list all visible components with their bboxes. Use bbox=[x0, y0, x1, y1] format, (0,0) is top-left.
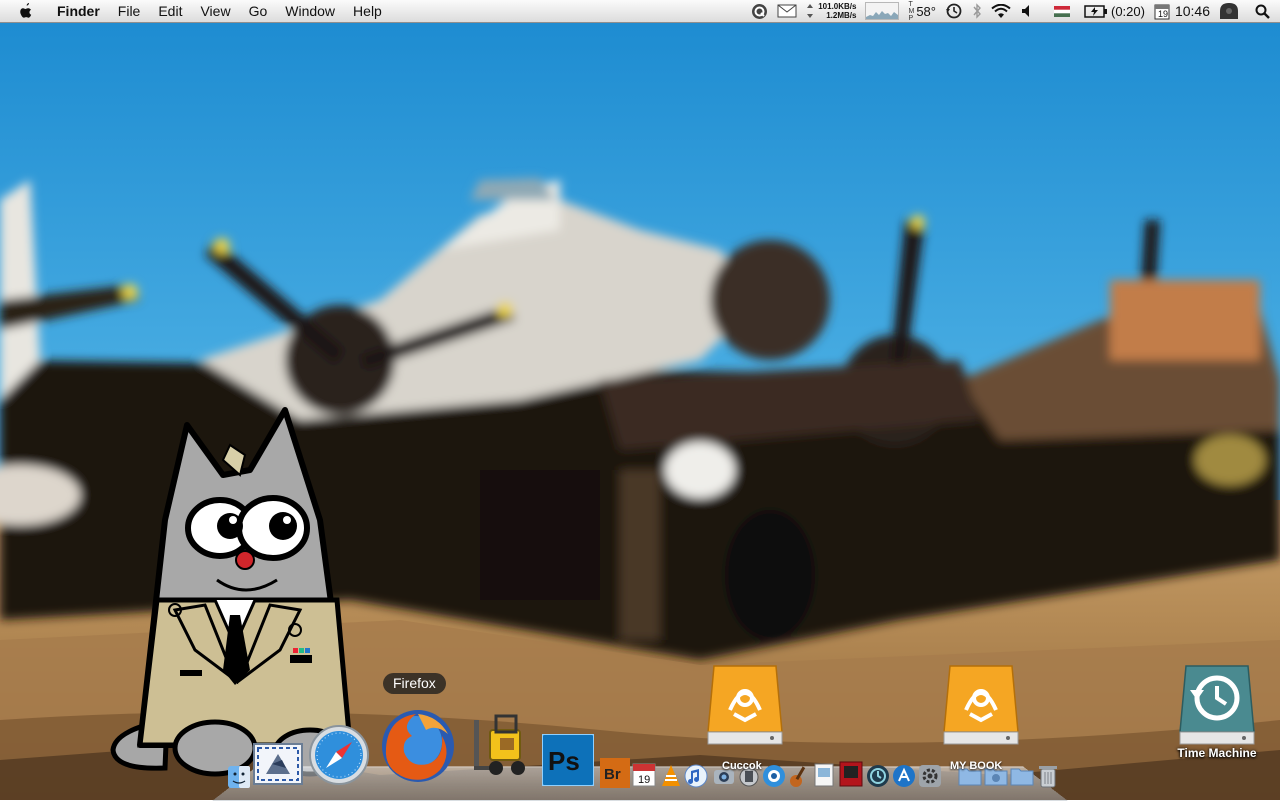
dock-forklift[interactable] bbox=[468, 712, 540, 784]
safari-icon bbox=[309, 725, 369, 785]
network-arrows-icon bbox=[806, 0, 814, 22]
dock-folder-3[interactable] bbox=[1010, 766, 1034, 786]
folder-icon bbox=[1010, 768, 1034, 786]
battery-status[interactable]: (0:20) bbox=[1084, 0, 1145, 22]
dock-garageband[interactable] bbox=[788, 764, 810, 788]
dock-vlc[interactable] bbox=[660, 764, 682, 788]
calendar-day: 19 bbox=[1157, 8, 1168, 19]
finder-icon bbox=[228, 766, 250, 788]
dock-folder-label-my-book: MY BOOK bbox=[950, 760, 1003, 772]
forklift-icon bbox=[474, 714, 525, 775]
bluetooth-icon[interactable] bbox=[972, 0, 982, 22]
spotlight-search-icon[interactable] bbox=[1255, 0, 1270, 22]
desktop-icon-label: Time Machine bbox=[1177, 746, 1257, 760]
dock-mail[interactable] bbox=[252, 740, 304, 786]
clock[interactable]: 10:46 bbox=[1175, 0, 1210, 22]
temperature-monitor[interactable]: TMP 58° bbox=[908, 0, 936, 22]
calendar-status-icon[interactable]: 19 bbox=[1154, 0, 1170, 22]
dock-system-preferences[interactable] bbox=[918, 764, 942, 788]
photobooth-icon bbox=[839, 761, 863, 787]
network-upload-speed: 1.2MB/s bbox=[826, 11, 857, 20]
time-machine-drive-icon bbox=[1179, 665, 1255, 745]
menu-go[interactable]: Go bbox=[240, 0, 277, 22]
mail-status-icon[interactable] bbox=[777, 0, 797, 22]
desktop-icon-firewire-drive-2[interactable] bbox=[926, 660, 1036, 746]
dock-bridge[interactable]: Br bbox=[600, 758, 630, 788]
menu-window[interactable]: Window bbox=[276, 0, 344, 22]
battery-time: (0:20) bbox=[1110, 3, 1145, 19]
time-machine-icon bbox=[867, 765, 889, 787]
dock-finder[interactable] bbox=[228, 766, 250, 788]
desktop-icon-firewire-drive-1[interactable] bbox=[690, 660, 800, 746]
temperature-sensor-icon: TMP bbox=[908, 0, 915, 22]
volume-icon[interactable] bbox=[1020, 0, 1034, 22]
menu-view[interactable]: View bbox=[191, 0, 239, 22]
dock-app[interactable] bbox=[762, 764, 786, 788]
dock-time-machine[interactable] bbox=[866, 764, 890, 788]
wifi-icon[interactable] bbox=[991, 0, 1011, 22]
desktop-icon-time-machine[interactable]: Time Machine bbox=[1162, 660, 1272, 760]
dock-ical[interactable]: 19 bbox=[632, 762, 656, 788]
dock-firefox[interactable] bbox=[378, 706, 458, 786]
dock-tooltip: Firefox bbox=[383, 673, 446, 694]
app-icon bbox=[763, 765, 785, 787]
itunes-icon bbox=[684, 764, 708, 788]
app-store-icon bbox=[893, 765, 915, 787]
dock-itunes[interactable] bbox=[684, 764, 708, 788]
user-account-icon[interactable] bbox=[1219, 0, 1239, 22]
trash-icon bbox=[1039, 766, 1057, 788]
input-source-hungarian-flag-icon[interactable] bbox=[1053, 0, 1070, 22]
svg-text:Br: Br bbox=[604, 766, 621, 783]
menu-file[interactable]: File bbox=[109, 0, 150, 22]
bridge-icon: Br bbox=[600, 758, 630, 788]
ical-day: 19 bbox=[638, 774, 650, 786]
desktop[interactable] bbox=[0, 0, 1280, 800]
firewire-drive-icon bbox=[707, 665, 783, 745]
time-machine-status-icon[interactable] bbox=[945, 0, 963, 22]
firewire-drive-icon bbox=[943, 665, 1019, 745]
mail-icon bbox=[253, 743, 303, 785]
dock-folder-label-cuccok: Cuccok bbox=[722, 760, 762, 772]
dock-safari[interactable] bbox=[308, 724, 370, 786]
guitar-icon bbox=[790, 766, 806, 787]
activity-graph-icon[interactable] bbox=[865, 0, 900, 22]
menu-help[interactable]: Help bbox=[344, 0, 391, 22]
menu-edit[interactable]: Edit bbox=[149, 0, 191, 22]
dock-photobooth[interactable] bbox=[838, 760, 864, 788]
network-speed[interactable]: 101.0KB/s 1.2MB/s bbox=[818, 0, 856, 22]
firefox-icon bbox=[382, 710, 454, 782]
vlc-icon bbox=[662, 765, 680, 786]
dock-preview[interactable] bbox=[812, 762, 836, 788]
svg-text:Ps: Ps bbox=[548, 746, 580, 776]
app-menu-finder[interactable]: Finder bbox=[48, 0, 109, 22]
quicksilver-icon[interactable] bbox=[751, 0, 768, 22]
dock-trash[interactable] bbox=[1038, 764, 1058, 788]
battery-charging-icon bbox=[1084, 4, 1107, 18]
photoshop-icon: Ps bbox=[542, 734, 594, 786]
settings-icon bbox=[919, 765, 941, 787]
dock-photoshop[interactable]: Ps bbox=[542, 734, 594, 786]
dock-app-store[interactable] bbox=[892, 764, 916, 788]
temperature-value: 58° bbox=[916, 3, 936, 19]
network-download-speed: 101.0KB/s bbox=[818, 2, 857, 11]
apple-menu-icon[interactable] bbox=[18, 0, 38, 22]
ical-icon: 19 bbox=[632, 763, 656, 787]
menu-bar: Finder File Edit View Go Window Help 101… bbox=[0, 0, 1280, 23]
preview-icon bbox=[814, 763, 834, 787]
